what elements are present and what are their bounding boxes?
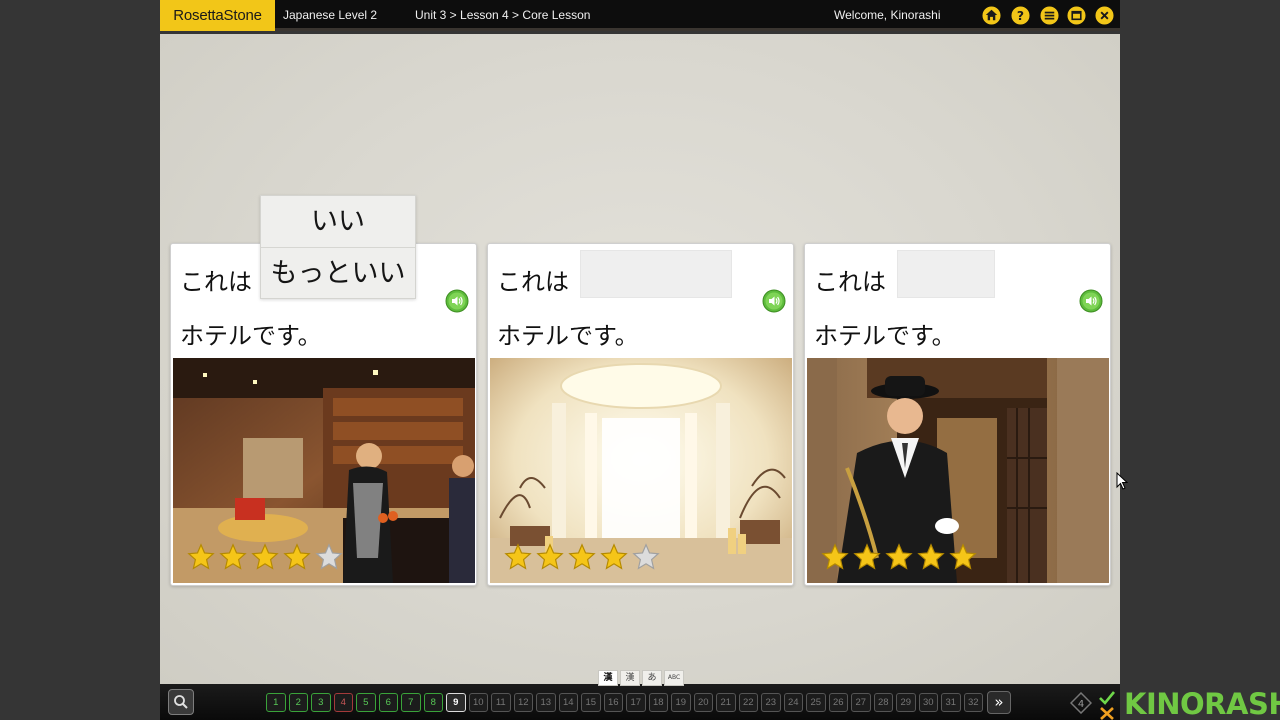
menu-list-icon[interactable] — [1040, 6, 1059, 25]
star-filled-icon — [251, 543, 279, 570]
star-filled-icon — [536, 543, 564, 570]
script-selector: 漢 漢 あ ABC — [598, 670, 684, 686]
star-empty-icon — [315, 543, 343, 570]
screen-3-button[interactable]: 3 — [311, 693, 331, 712]
star-filled-icon — [949, 543, 977, 570]
course-title: Japanese Level 2 — [283, 8, 378, 22]
screen-20-button[interactable]: 20 — [693, 693, 713, 712]
screen-10-button[interactable]: 10 — [468, 693, 488, 712]
magnifier-icon — [174, 695, 188, 709]
screen-11-button[interactable]: 11 — [491, 693, 511, 712]
script-kana-button[interactable]: あ — [642, 670, 662, 686]
screen-26-button[interactable]: 26 — [828, 693, 848, 712]
home-icon[interactable] — [982, 6, 1001, 25]
attempts-count: 4 — [1078, 699, 1084, 710]
screen-24-button[interactable]: 24 — [783, 693, 803, 712]
screen-13-button[interactable]: 13 — [536, 693, 556, 712]
screen-navigator: 1 2 3 4 5 6 7 8 9 10 11 12 13 14 15 16 17 18 19 20 21 22 23 24 2… — [266, 693, 983, 712]
card-suffix: ホテルです。 — [497, 322, 639, 350]
welcome-text: Welcome, Kinorashi — [834, 8, 941, 22]
prompt-card-3[interactable]: これは ホテルです。 — [804, 243, 1111, 586]
screen-27-button[interactable]: 27 — [851, 693, 871, 712]
mouse-cursor-icon — [1116, 472, 1128, 490]
screen-17-button[interactable]: 17 — [626, 693, 646, 712]
star-empty-icon — [632, 543, 660, 570]
screen-14-button[interactable]: 14 — [558, 693, 578, 712]
script-romaji-button[interactable]: ABC — [664, 670, 684, 686]
answer-blank[interactable] — [897, 250, 995, 298]
script-kanji-button[interactable]: 漢 — [620, 670, 640, 686]
screen-32-button[interactable]: 32 — [963, 693, 983, 712]
speaker-icon[interactable] — [762, 289, 786, 313]
screen-22-button[interactable]: 22 — [738, 693, 758, 712]
star-filled-icon — [283, 543, 311, 570]
screen-19-button[interactable]: 19 — [671, 693, 691, 712]
screen-30-button[interactable]: 30 — [918, 693, 938, 712]
star-filled-icon — [504, 543, 532, 570]
screen-4-button[interactable]: 4 — [333, 693, 353, 712]
star-filled-icon — [568, 543, 596, 570]
top-bar: RosettaStone Japanese Level 2 Unit 3 > L… — [160, 0, 1120, 31]
script-kanji-furigana-button[interactable]: 漢 — [598, 670, 618, 686]
star-filled-icon — [917, 543, 945, 570]
screen-1-button[interactable]: 1 — [266, 693, 286, 712]
card-prefix: これは — [497, 268, 569, 296]
answer-choices: いい もっといい — [260, 195, 416, 299]
score-area: 4 KINORASHI — [1066, 688, 1280, 720]
speaker-icon[interactable] — [445, 289, 469, 313]
card-suffix: ホテルです。 — [814, 322, 956, 350]
star-rating — [821, 543, 977, 571]
bottom-bar: 1 2 3 4 5 6 7 8 9 10 11 12 13 14 15 16 17 18 19 20 21 22 23 24 2… — [160, 684, 1120, 720]
choice-motto-ii[interactable]: もっといい — [261, 247, 415, 298]
correct-incorrect-icon — [1099, 691, 1116, 720]
next-screens-button[interactable]: » — [987, 691, 1011, 714]
screen-31-button[interactable]: 31 — [941, 693, 961, 712]
hotel-lobby-photo — [173, 358, 475, 583]
attempts-diamond-icon: 4 — [1070, 692, 1092, 714]
watermark-text: KINORASHI — [1124, 687, 1280, 720]
screen-18-button[interactable]: 18 — [648, 693, 668, 712]
screen-15-button[interactable]: 15 — [581, 693, 601, 712]
screen-21-button[interactable]: 21 — [716, 693, 736, 712]
screen-7-button[interactable]: 7 — [401, 693, 421, 712]
speaker-icon[interactable] — [1079, 289, 1103, 313]
screen-5-button[interactable]: 5 — [356, 693, 376, 712]
svg-text:?: ? — [1017, 9, 1024, 23]
choice-ii[interactable]: いい — [261, 196, 415, 247]
card-prefix: これは — [814, 268, 886, 296]
star-filled-icon — [885, 543, 913, 570]
hotel-doorman-photo — [807, 358, 1109, 583]
search-button[interactable] — [168, 689, 194, 715]
prompt-card-2[interactable]: これは ホテルです。 — [487, 243, 794, 586]
rosetta-stone-logo: RosettaStone — [160, 0, 275, 31]
screen-16-button[interactable]: 16 — [603, 693, 623, 712]
screen-23-button[interactable]: 23 — [761, 693, 781, 712]
card-suffix: ホテルです。 — [180, 322, 322, 350]
screen-2-button[interactable]: 2 — [288, 693, 308, 712]
screen-9-button[interactable]: 9 — [446, 693, 466, 712]
star-filled-icon — [600, 543, 628, 570]
answer-blank[interactable] — [580, 250, 732, 298]
screen-28-button[interactable]: 28 — [873, 693, 893, 712]
screen-8-button[interactable]: 8 — [423, 693, 443, 712]
close-icon[interactable] — [1095, 6, 1114, 25]
star-filled-icon — [821, 543, 849, 570]
hotel-atrium-photo — [490, 358, 792, 583]
help-icon[interactable]: ? — [1011, 6, 1030, 25]
star-rating — [504, 543, 660, 571]
screen-25-button[interactable]: 25 — [806, 693, 826, 712]
breadcrumb: Unit 3 > Lesson 4 > Core Lesson — [415, 8, 591, 22]
star-filled-icon — [187, 543, 215, 570]
screen-6-button[interactable]: 6 — [378, 693, 398, 712]
window-icon[interactable] — [1067, 6, 1086, 25]
screen-12-button[interactable]: 12 — [513, 693, 533, 712]
card-prefix: これは — [180, 268, 252, 296]
screen-29-button[interactable]: 29 — [896, 693, 916, 712]
star-filled-icon — [853, 543, 881, 570]
star-filled-icon — [219, 543, 247, 570]
star-rating — [187, 543, 343, 571]
